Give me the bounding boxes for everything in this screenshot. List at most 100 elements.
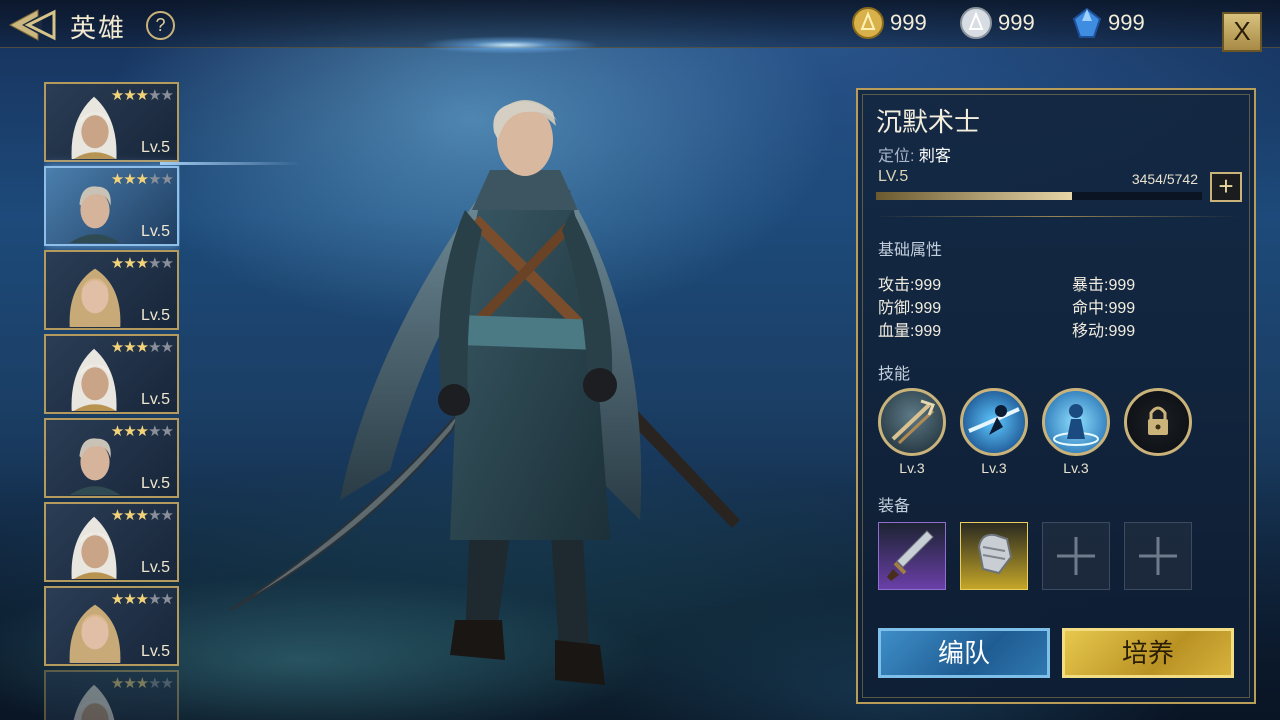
hero-card[interactable]: ★★★★★ <box>44 670 179 720</box>
star-empty-icon: ★ <box>148 171 161 188</box>
hero-card[interactable]: ★★★★★ Lv.5 <box>44 502 179 582</box>
star-rating: ★★★★★ <box>111 254 174 272</box>
star-filled-icon: ★ <box>135 339 149 356</box>
stat-label: 移动: <box>1072 323 1109 340</box>
skill-slot-1[interactable] <box>878 388 946 456</box>
hero-card[interactable]: ★★★★★ Lv.5 <box>44 418 179 498</box>
skill-2-level: Lv.3 <box>981 460 1007 476</box>
star-filled-icon: ★ <box>135 255 149 272</box>
stat-label: 血量: <box>878 323 915 340</box>
star-filled-icon: ★ <box>110 87 124 104</box>
stat-value: 999 <box>1108 323 1136 340</box>
close-button[interactable]: X <box>1222 12 1262 52</box>
divider <box>874 216 1238 217</box>
exp-bar-fill <box>876 192 1073 200</box>
star-empty-icon: ★ <box>160 87 174 104</box>
lock-icon <box>1148 406 1168 435</box>
attributes-title: 基础属性 <box>878 242 943 259</box>
hero-card-level: Lv.5 <box>140 139 170 156</box>
back-button[interactable] <box>8 8 58 42</box>
star-empty-icon: ★ <box>148 255 161 272</box>
skill-slot-3[interactable] <box>1042 388 1110 456</box>
hero-figure <box>229 100 740 685</box>
star-filled-icon: ★ <box>135 591 149 608</box>
equip-slot-3[interactable] <box>1042 522 1110 590</box>
silver-coin-icon <box>960 7 992 39</box>
hero-card[interactable]: ★★★★★ Lv.5 <box>44 250 179 330</box>
stat-defense: 防御:999 <box>878 294 941 318</box>
stat-label: 防御: <box>878 300 915 317</box>
currency-gem: 999 <box>1072 6 1145 40</box>
currency-silver-value: 999 <box>998 10 1035 35</box>
skills-title: 技能 <box>878 366 911 383</box>
star-filled-icon: ★ <box>110 591 124 608</box>
hero-role: 定位: 刺客 <box>878 142 951 166</box>
star-filled-icon: ★ <box>123 591 136 608</box>
hero-card-level: Lv.5 <box>140 643 170 660</box>
add-exp-button[interactable]: + <box>1210 172 1242 202</box>
star-filled-icon: ★ <box>123 423 136 440</box>
dagger-icon <box>887 530 934 581</box>
star-filled-icon: ★ <box>110 675 124 692</box>
gold-coin-icon <box>852 7 884 39</box>
hero-list[interactable]: ★★★★★ Lv.5 ★★★★★ Lv.5 ★★★★★ Lv.5 ★★★★★ Lv.5 ★★★★… <box>44 82 180 720</box>
star-filled-icon: ★ <box>135 87 149 104</box>
equip-slot-4[interactable] <box>1124 522 1192 590</box>
star-empty-icon: ★ <box>148 507 161 524</box>
stat-label: 攻击: <box>878 277 915 294</box>
star-filled-icon: ★ <box>110 339 124 356</box>
crossbow-skill-icon <box>891 399 935 445</box>
exp-text: 3454/5742 <box>1131 171 1198 187</box>
star-empty-icon: ★ <box>160 255 174 272</box>
star-empty-icon: ★ <box>160 171 174 188</box>
hero-card-level: Lv.5 <box>140 559 170 576</box>
stat-value: 999 <box>914 323 942 340</box>
star-empty-icon: ★ <box>160 507 174 524</box>
star-filled-icon: ★ <box>123 87 136 104</box>
stat-label: 暴击: <box>1072 277 1109 294</box>
hero-name: 沉默术士 <box>876 107 981 137</box>
star-filled-icon: ★ <box>110 423 124 440</box>
skill-3-level: Lv.3 <box>1063 460 1089 476</box>
stat-crit: 暴击:999 <box>1072 271 1135 295</box>
dash-strike-skill-icon <box>968 405 1020 435</box>
hero-card[interactable]: ★★★★★ Lv.5 <box>44 82 179 162</box>
star-empty-icon: ★ <box>160 675 174 692</box>
hero-card-level: Lv.5 <box>140 475 170 492</box>
star-filled-icon: ★ <box>135 171 149 188</box>
star-empty-icon: ★ <box>148 675 161 692</box>
gauntlet-icon <box>977 533 1013 575</box>
star-filled-icon: ★ <box>123 255 136 272</box>
star-filled-icon: ★ <box>123 507 136 524</box>
star-empty-icon: ★ <box>160 423 174 440</box>
team-button[interactable]: 编队 <box>878 628 1050 678</box>
add-icon <box>1057 537 1095 575</box>
hero-info-panel: 沉默术士 定位: 刺客 LV.5 3454/5742 + 基础属性 攻击:999… <box>856 88 1256 704</box>
star-rating: ★★★★★ <box>110 86 174 104</box>
star-rating: ★★★★★ <box>110 422 174 440</box>
hero-card[interactable]: ★★★★★ Lv.5 <box>44 334 179 414</box>
star-filled-icon: ★ <box>135 507 149 524</box>
hero-card[interactable]: ★★★★★ Lv.5 <box>44 586 179 666</box>
star-rating: ★★★★★ <box>110 506 174 524</box>
hero-card-level: Lv.5 <box>140 391 170 408</box>
skill-1-level: Lv.3 <box>899 460 925 476</box>
help-button[interactable]: ? <box>146 11 175 40</box>
hero-card[interactable]: ★★★★★ Lv.5 <box>44 166 179 246</box>
stat-hp: 血量:999 <box>878 317 941 341</box>
skill-slot-locked[interactable] <box>1124 388 1192 456</box>
exp-bar <box>876 192 1202 200</box>
star-filled-icon: ★ <box>110 507 124 524</box>
equip-slot-1[interactable] <box>878 522 946 590</box>
stat-hit: 命中:999 <box>1072 294 1135 318</box>
star-filled-icon: ★ <box>135 675 149 692</box>
train-button[interactable]: 培养 <box>1062 628 1234 678</box>
star-filled-icon: ★ <box>135 423 149 440</box>
currency-gem-value: 999 <box>1108 10 1145 35</box>
stat-value: 999 <box>914 300 942 317</box>
skill-slot-2[interactable] <box>960 388 1028 456</box>
hero-card-level: Lv.5 <box>140 307 170 324</box>
star-rating: ★★★★★ <box>110 674 174 692</box>
equip-slot-2[interactable] <box>960 522 1028 590</box>
role-label: 定位: <box>878 148 915 165</box>
